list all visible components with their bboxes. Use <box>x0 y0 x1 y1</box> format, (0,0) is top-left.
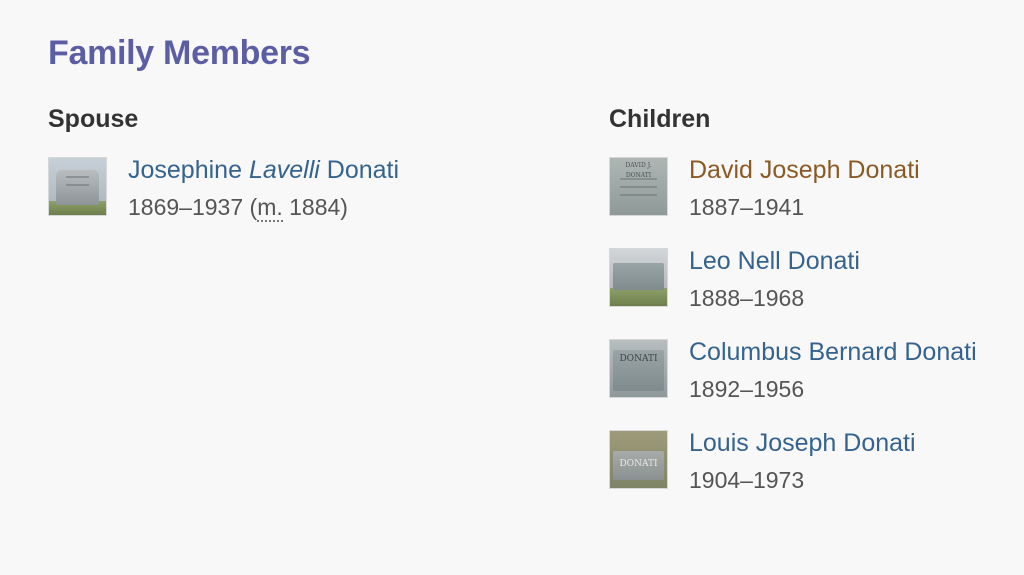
spouse-column: Spouse Josephine Lavelli Donati 1869–193… <box>48 100 548 229</box>
spouse-dates: 1869–1937 (m. 1884) <box>128 194 348 222</box>
maiden-name: Lavelli <box>248 156 320 184</box>
spouse-entry: Josephine Lavelli Donati 1869–1937 (m. 1… <box>48 100 548 222</box>
family-members-section: Family Members Spouse Josephine Lavelli … <box>0 0 1024 575</box>
child-gravestone-thumbnail[interactable]: DONATI <box>609 430 668 489</box>
child-name-link[interactable]: David Joseph Donati <box>689 156 920 185</box>
children-column: Children DAVID J. DONATI David Joseph Do… <box>609 100 1019 502</box>
child-entry: Leo Nell Donati 1888–1968 <box>609 191 1019 311</box>
child-entry: DAVID J. DONATI David Joseph Donati 1887… <box>609 100 1019 220</box>
spouse-gravestone-thumbnail[interactable] <box>48 157 107 216</box>
child-entry: DONATI Columbus Bernard Donati 1892–1956 <box>609 282 1019 402</box>
child-dates: 1904–1973 <box>689 467 805 493</box>
spouse-name-link[interactable]: Josephine Lavelli Donati <box>128 156 399 185</box>
child-entry: DONATI Louis Joseph Donati 1904–1973 <box>609 373 1019 493</box>
child-name-link[interactable]: Leo Nell Donati <box>689 247 860 276</box>
marriage-abbr[interactable]: m. <box>257 194 283 222</box>
section-title: Family Members <box>48 34 311 72</box>
child-name-link[interactable]: Columbus Bernard Donati <box>689 338 977 367</box>
child-name-link[interactable]: Louis Joseph Donati <box>689 429 916 458</box>
